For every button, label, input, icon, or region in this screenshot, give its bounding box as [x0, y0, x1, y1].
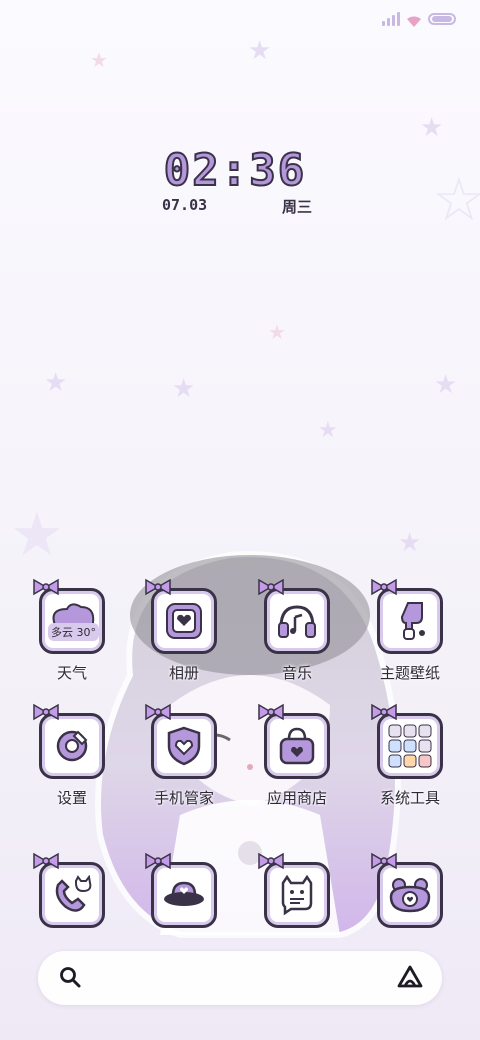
app-label: 主题壁纸: [379, 664, 440, 682]
bow-icon: [33, 703, 59, 721]
app-label: 音乐: [281, 664, 312, 682]
system-tools-folder-icon: [377, 713, 443, 779]
ufo-icon: [151, 862, 217, 928]
clock-date: 07.03: [162, 196, 208, 214]
weather-icon: 多云 30°: [39, 588, 105, 654]
bow-icon: [33, 852, 59, 870]
app-store[interactable]: 应用商店: [237, 703, 357, 823]
wifi-icon: [406, 13, 422, 27]
assistant-logo-icon[interactable]: [396, 964, 424, 990]
settings-gear-icon: [39, 713, 105, 779]
app-label: 相册: [168, 664, 199, 682]
phone-cat-icon: [39, 862, 105, 928]
app-label: 系统工具: [379, 789, 440, 807]
app-settings[interactable]: 设置: [12, 703, 132, 823]
clock-time[interactable]: 02:36: [160, 144, 310, 197]
star-decoration: ☆: [432, 165, 480, 235]
bow-icon: [145, 703, 171, 721]
bow-icon: [258, 852, 284, 870]
frog-heart-icon: [377, 862, 443, 928]
status-bar: [382, 12, 456, 27]
star-decoration: ★: [172, 374, 196, 404]
clock-weekday: 周三: [281, 198, 312, 216]
app-system-tools-folder[interactable]: 系统工具: [350, 703, 470, 823]
star-decoration: ★: [318, 418, 338, 443]
clock-date-row: 07.03 周三: [162, 196, 312, 217]
bow-icon: [371, 703, 397, 721]
bow-icon: [371, 852, 397, 870]
app-gallery[interactable]: 相册: [124, 578, 244, 698]
search-icon[interactable]: [58, 965, 82, 989]
app-theme-wallpaper[interactable]: 主题壁纸: [350, 578, 470, 698]
bow-icon: [145, 852, 171, 870]
app-label: 天气: [56, 664, 87, 682]
search-bar[interactable]: [38, 951, 442, 1005]
app-label: 应用商店: [266, 789, 327, 807]
app-music[interactable]: 音乐: [237, 578, 357, 698]
music-icon: [264, 588, 330, 654]
phone-manager-shield-icon: [151, 713, 217, 779]
app-phone-manager[interactable]: 手机管家: [124, 703, 244, 823]
cat-message-icon: [264, 862, 330, 928]
bow-icon: [145, 578, 171, 596]
bow-icon: [258, 578, 284, 596]
bow-icon: [371, 578, 397, 596]
star-decoration: ★: [10, 500, 64, 570]
gallery-icon: [151, 588, 217, 654]
weather-detail: 多云 30°: [48, 623, 99, 641]
battery-icon: [428, 13, 456, 25]
star-decoration: ★: [248, 36, 272, 66]
app-label: 手机管家: [153, 789, 214, 807]
bow-icon: [258, 703, 284, 721]
app-label: 设置: [56, 789, 87, 807]
app-weather[interactable]: 多云 30° 天气: [12, 578, 132, 698]
star-decoration: ★: [434, 370, 458, 400]
app-store-bag-icon: [264, 713, 330, 779]
signal-icon: [382, 12, 400, 26]
theme-brush-icon: [377, 588, 443, 654]
star-decoration: ★: [90, 48, 108, 72]
star-decoration: ★: [268, 320, 286, 344]
star-decoration: ★: [44, 368, 68, 398]
star-decoration: ★: [420, 113, 444, 143]
bow-icon: [33, 578, 59, 596]
